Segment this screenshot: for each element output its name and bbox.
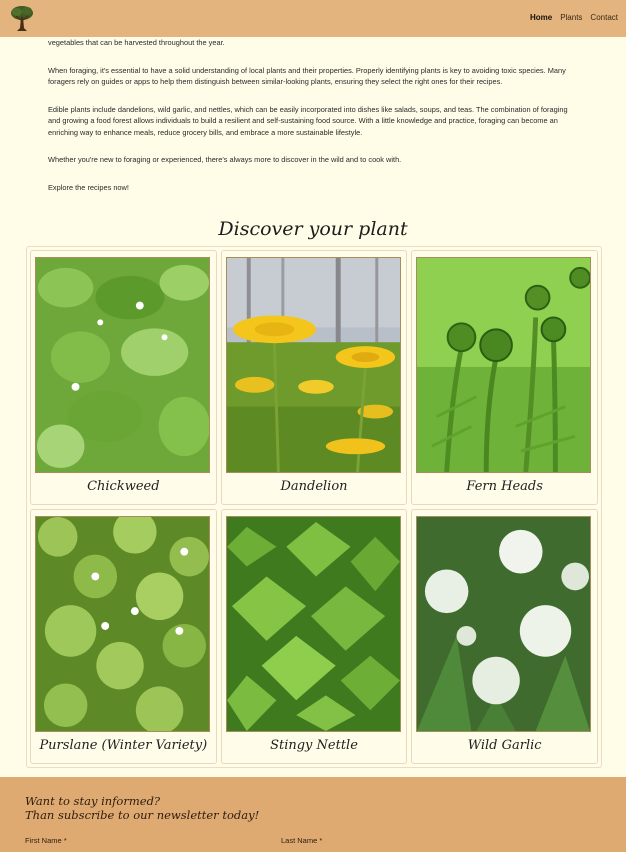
plant-name: Chickweed bbox=[87, 479, 160, 494]
plant-card-wild-garlic[interactable]: Wild Garlic bbox=[411, 509, 598, 764]
fern-heads-image bbox=[416, 257, 592, 473]
last-name-label: Last Name * bbox=[281, 836, 323, 845]
nav-contact-link[interactable]: Contact bbox=[590, 13, 618, 22]
wild-garlic-image bbox=[416, 516, 592, 732]
nav-plants-link[interactable]: Plants bbox=[560, 13, 582, 22]
nav-home-link[interactable]: Home bbox=[530, 13, 552, 22]
plant-grid: Chickweed Dandelion Fern Heads Purslane … bbox=[26, 246, 602, 768]
plant-name: Wild Garlic bbox=[467, 738, 542, 753]
newsletter-heading-line-2: Than subscribe to our newsletter today! bbox=[25, 808, 260, 822]
chickweed-image bbox=[35, 257, 210, 473]
plant-card-purslane[interactable]: Purslane (Winter Variety) bbox=[30, 509, 217, 764]
section-title: Discover your plant bbox=[218, 218, 408, 240]
intro-paragraph-2: When foraging, it's essential to have a … bbox=[48, 65, 566, 87]
plant-name: Stingy Nettle bbox=[270, 738, 358, 753]
intro-paragraph-4: Whether you're new to foraging or experi… bbox=[48, 155, 402, 164]
plant-name: Dandelion bbox=[280, 479, 348, 494]
tree-logo-icon[interactable] bbox=[9, 4, 35, 33]
dandelion-image bbox=[225, 257, 401, 473]
plant-name: Fern Heads bbox=[466, 479, 543, 494]
newsletter-heading-line-1: Want to stay informed? bbox=[25, 794, 161, 808]
plant-card-chickweed[interactable]: Chickweed bbox=[30, 250, 217, 505]
plant-name: Purslane (Winter Variety) bbox=[39, 738, 208, 753]
intro-text: vegetables that can be harvested through… bbox=[48, 37, 581, 209]
intro-paragraph-3: Edible plants include dandelions, wild g… bbox=[48, 104, 568, 137]
plant-card-stingy-nettle[interactable]: Stingy Nettle bbox=[220, 509, 408, 764]
stingy-nettle-image bbox=[225, 516, 401, 732]
intro-paragraph-1: vegetables that can be harvested through… bbox=[48, 38, 225, 47]
plant-card-dandelion[interactable]: Dandelion bbox=[220, 250, 408, 505]
newsletter-heading: Want to stay informed? Than subscribe to… bbox=[25, 794, 259, 822]
plant-card-fern-heads[interactable]: Fern Heads bbox=[411, 250, 598, 505]
newsletter-section: Want to stay informed? Than subscribe to… bbox=[0, 777, 626, 852]
purslane-image bbox=[35, 516, 210, 732]
main-nav: Home Plants Contact bbox=[530, 13, 618, 22]
first-name-label: First Name * bbox=[25, 836, 67, 845]
site-header: Home Plants Contact bbox=[0, 0, 626, 37]
intro-paragraph-5: Explore the recipes now! bbox=[48, 182, 129, 192]
